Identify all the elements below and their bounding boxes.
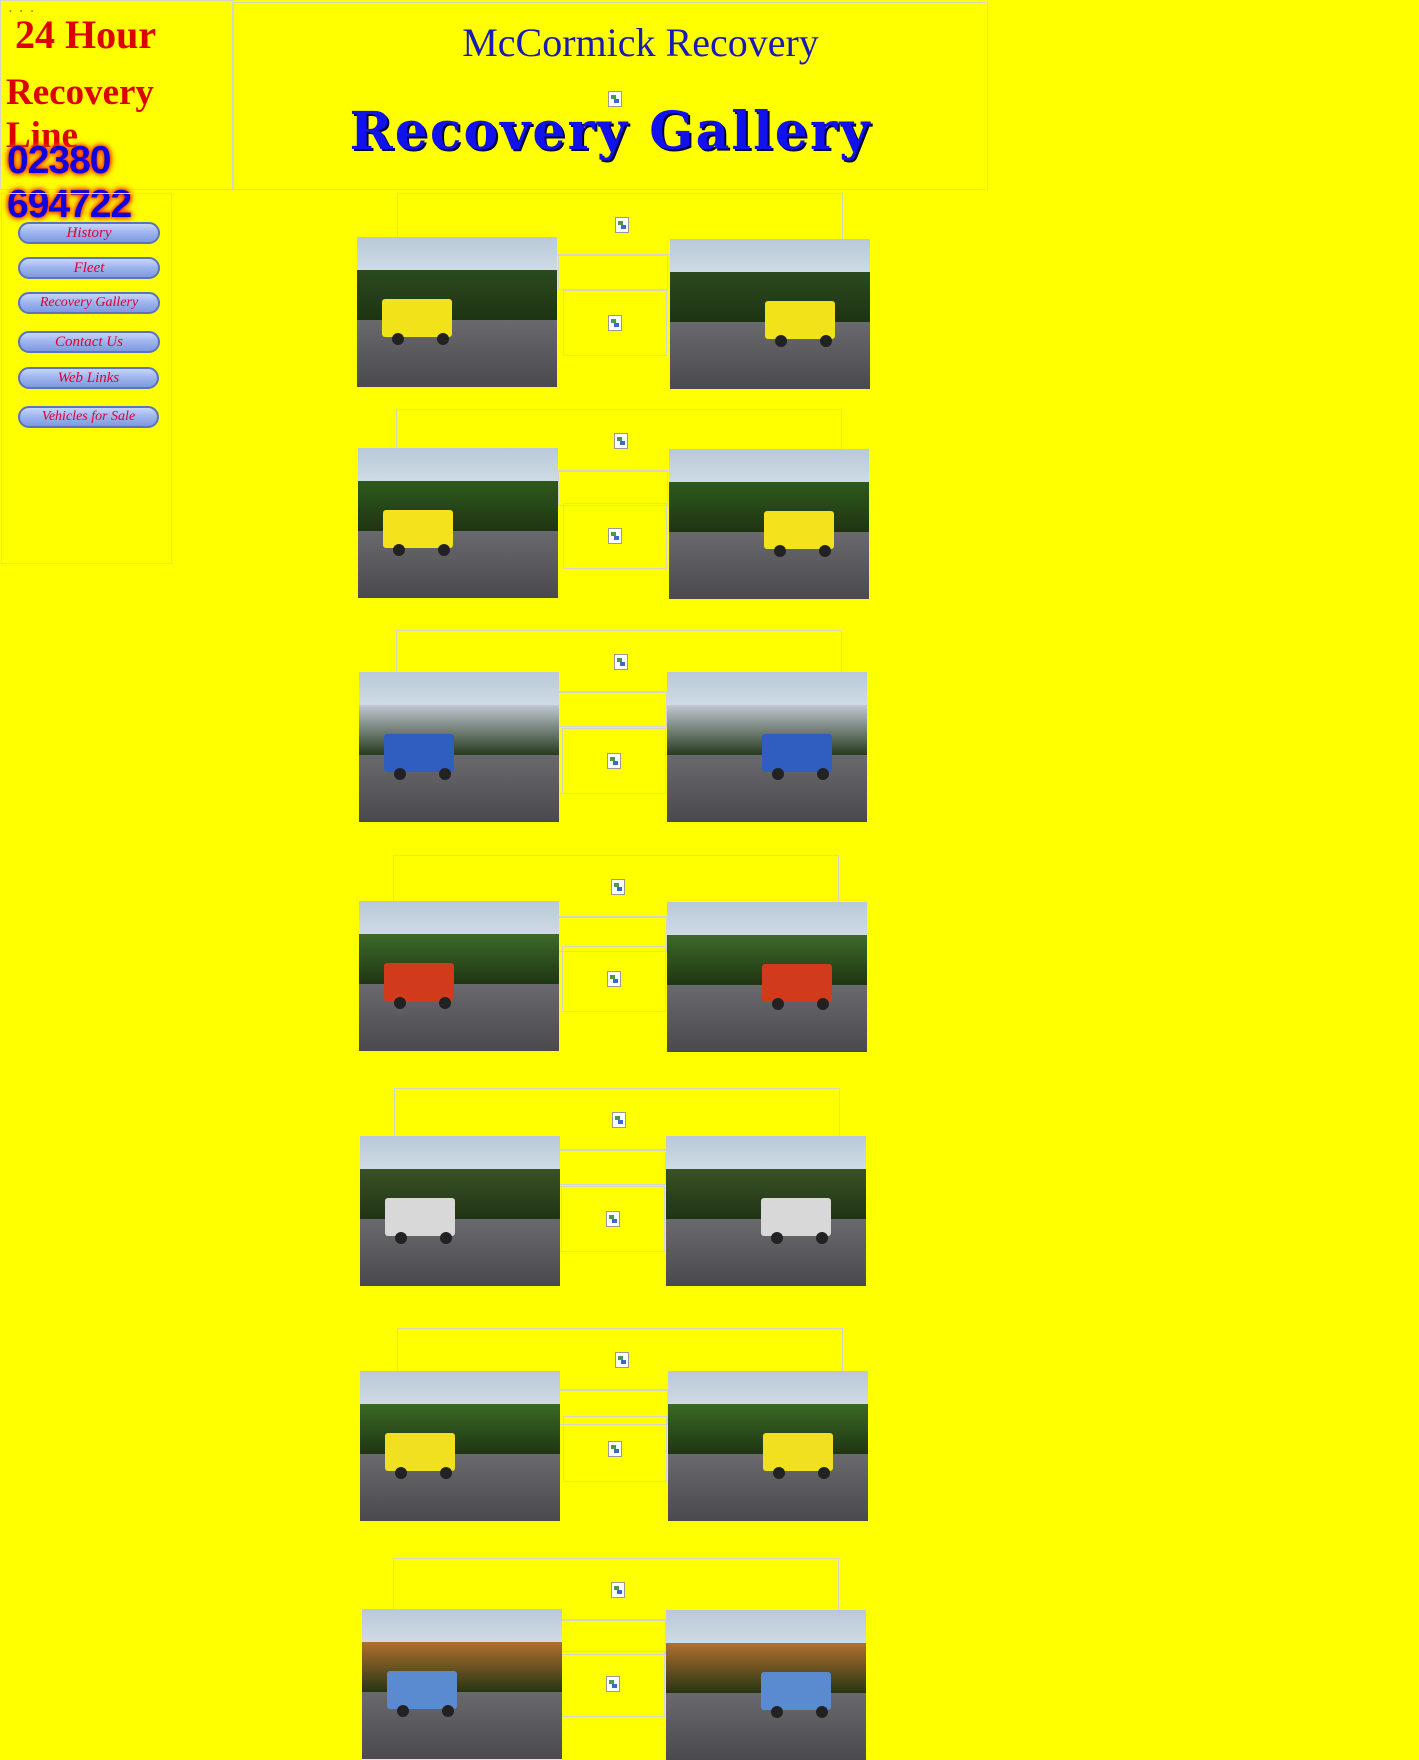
broken-image-icon <box>607 971 621 987</box>
gallery-photo-left[interactable] <box>359 672 559 822</box>
gallery-photo-right[interactable] <box>666 1610 866 1760</box>
gallery-photo-left[interactable] <box>360 1136 560 1286</box>
broken-image-icon <box>615 217 629 233</box>
gallery-row-connector <box>558 471 668 506</box>
nav-vehicles-for-sale-button[interactable]: Vehicles for Sale <box>18 406 159 428</box>
broken-image-icon <box>608 1441 622 1457</box>
nav-recovery-gallery-button[interactable]: Recovery Gallery <box>18 292 160 314</box>
sidebar: History Fleet Recovery Gallery Contact U… <box>1 193 172 564</box>
broken-image-icon <box>611 1582 625 1598</box>
broken-image-icon <box>614 433 628 449</box>
gallery-row-connector <box>556 1620 666 1655</box>
hotline-title: 24 Hour <box>15 12 157 57</box>
gallery-photo-right[interactable] <box>668 1371 868 1521</box>
nav-contact-us-button[interactable]: Contact Us <box>18 331 160 353</box>
broken-image-icon <box>606 1676 620 1692</box>
gallery-photo-left[interactable] <box>358 448 558 598</box>
broken-image-icon <box>614 654 628 670</box>
gallery-photo-right[interactable] <box>667 902 867 1052</box>
gallery-photo-left[interactable] <box>357 237 557 387</box>
hotline-box: • • • 24 Hour Recovery Line 02380 694722 <box>0 0 233 226</box>
broken-image-icon <box>607 753 621 769</box>
gallery-photo-left[interactable] <box>360 1371 560 1521</box>
gallery-row-connector <box>557 692 667 727</box>
nav-web-links-button[interactable]: Web Links <box>18 367 159 389</box>
gallery-photo-left[interactable] <box>362 1609 562 1759</box>
broken-image-icon <box>606 1211 620 1227</box>
nav-history-button[interactable]: History <box>18 222 160 244</box>
page-header: McCormick Recovery Recovery Gallery <box>233 2 988 190</box>
gallery-photo-right[interactable] <box>670 239 870 389</box>
broken-image-icon <box>611 879 625 895</box>
nav-fleet-button[interactable]: Fleet <box>18 257 160 279</box>
broken-image-icon <box>612 1112 626 1128</box>
gallery-photo-right[interactable] <box>667 672 867 822</box>
gallery-row-connector <box>558 255 668 290</box>
broken-image-icon <box>608 528 622 544</box>
gallery-row-connector <box>556 1150 666 1185</box>
page-title: Recovery Gallery <box>349 101 872 162</box>
gallery-photo-right[interactable] <box>666 1136 866 1286</box>
company-name: McCormick Recovery <box>462 20 819 65</box>
gallery-photo-left[interactable] <box>359 901 559 1051</box>
broken-image-icon <box>615 1352 629 1368</box>
broken-image-icon <box>608 315 622 331</box>
gallery-photo-right[interactable] <box>669 449 869 599</box>
